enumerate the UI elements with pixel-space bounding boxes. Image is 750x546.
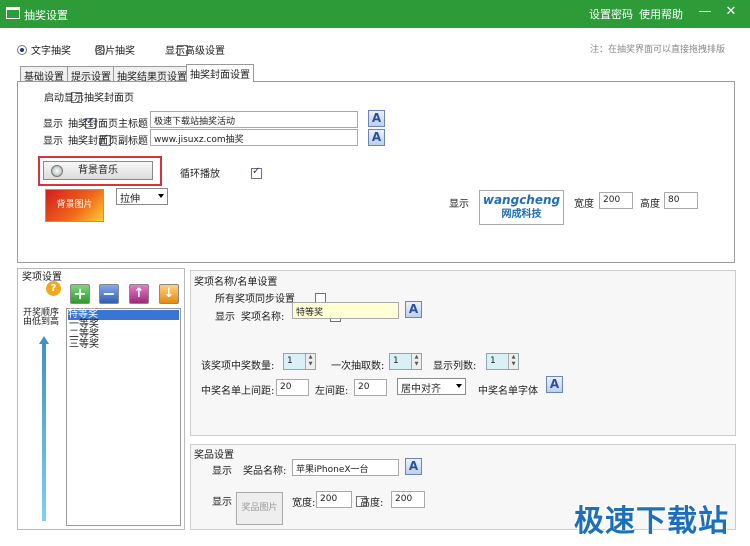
sub-title-input[interactable]: www.jisuxz.com抽奖 <box>150 129 358 146</box>
show-award-name-label: 显示 <box>212 466 232 477</box>
award-width-input[interactable]: 200 <box>316 491 352 508</box>
main-title-label: 抽奖封面页主标题 <box>68 119 148 130</box>
award-height-input[interactable]: 200 <box>391 491 425 508</box>
prize-name-label: 奖项名称: <box>241 312 285 323</box>
chevron-down-icon <box>456 384 462 388</box>
draw-once-label: 一次抽取数: <box>331 361 385 372</box>
bg-image-thumbnail[interactable]: 背景图片 <box>45 189 104 222</box>
sub-title-label: 抽奖封面页副标题 <box>68 136 148 147</box>
app-icon <box>6 7 20 19</box>
window-title: 抽奖设置 <box>24 9 68 22</box>
show-main-title-label: 显示 <box>43 119 63 130</box>
spinner-arrows-icon[interactable]: ▲ ▼ <box>411 354 421 369</box>
drag-note: 注：在抽奖界面可以直接拖拽排版 <box>590 45 726 55</box>
logo-width-label: 宽度 <box>574 199 594 210</box>
main-title-input[interactable]: 极速下载站抽奖活动 <box>150 111 358 128</box>
help-icon[interactable]: ? <box>46 281 61 296</box>
move-down-button[interactable]: ↓ <box>159 284 179 304</box>
align-select[interactable]: 居中对齐 <box>397 378 466 395</box>
image-mode-label: 图片抽奖 <box>95 46 135 57</box>
close-button[interactable]: ✕ <box>720 2 742 22</box>
logo-text-top: wangcheng <box>482 193 561 207</box>
spinner-arrows-icon[interactable]: ▲ ▼ <box>305 354 315 369</box>
tab-basic[interactable]: 基础设置 <box>20 66 68 83</box>
draw-once-value: 1 <box>393 356 399 366</box>
title-bar: 抽奖设置 设置密码 使用帮助 — ✕ <box>0 0 750 28</box>
order-label-2: 由低到高 <box>23 317 60 327</box>
align-value: 居中对齐 <box>401 384 441 395</box>
top-margin-input[interactable]: 20 <box>276 379 309 396</box>
columns-spinner[interactable]: 1 ▲ ▼ <box>486 353 519 370</box>
loop-label: 循环播放 <box>180 169 220 180</box>
sync-label: 所有奖项同步设置 <box>215 294 295 305</box>
sub-title-font-button[interactable]: A <box>368 129 385 146</box>
logo-width-input[interactable]: 200 <box>599 192 633 209</box>
award-name-label: 奖品名称: <box>243 466 287 477</box>
award-width-label: 宽度: <box>292 498 316 509</box>
add-prize-button[interactable]: + <box>70 284 90 304</box>
chevron-down-icon <box>158 194 164 198</box>
left-margin-label: 左间距: <box>315 386 349 397</box>
order-arrow-shaft <box>42 343 46 521</box>
advanced-label: 显示高级设置 <box>165 46 225 57</box>
tab-prompt[interactable]: 提示设置 <box>67 66 115 83</box>
site-watermark: 极速下载站 <box>574 504 729 539</box>
text-mode-label: 文字抽奖 <box>31 46 71 57</box>
show-award-image-label: 显示 <box>212 497 232 508</box>
enable-cover-label: 启动显示抽奖封面页 <box>44 93 134 104</box>
columns-value: 1 <box>490 356 496 366</box>
tab-cover[interactable]: 抽奖封面设置 <box>186 64 254 82</box>
show-sub-title-label: 显示 <box>43 136 63 147</box>
top-margin-label: 中奖名单上间距: <box>201 386 275 397</box>
show-logo-label: 显示 <box>449 199 469 210</box>
company-logo[interactable]: wangcheng 网成科技 <box>479 190 564 225</box>
logo-height-input[interactable]: 80 <box>664 192 698 209</box>
help-link[interactable]: 使用帮助 <box>639 6 683 22</box>
music-disc-icon <box>51 165 63 177</box>
left-margin-input[interactable]: 20 <box>354 379 387 396</box>
prize-list[interactable]: 特等奖 一等奖 二等奖 三等奖 <box>66 308 181 526</box>
logo-height-label: 高度 <box>640 199 660 210</box>
minimize-button[interactable]: — <box>694 2 716 22</box>
set-password-link[interactable]: 设置密码 <box>589 6 633 22</box>
move-up-button[interactable]: ↑ <box>129 284 149 304</box>
winners-label: 该奖项中奖数量: <box>201 361 275 372</box>
prize-name-font-button[interactable]: A <box>405 301 422 318</box>
winners-value: 1 <box>287 356 293 366</box>
list-font-label: 中奖名单字体 <box>478 386 538 397</box>
logo-text-bottom: 网成科技 <box>501 209 542 220</box>
bg-music-button[interactable]: 背景音乐 <box>43 161 153 180</box>
name-list-title: 奖项名称/名单设置 <box>194 277 278 288</box>
award-name-input[interactable]: 苹果iPhoneX一台 <box>292 459 399 476</box>
loop-checkbox[interactable] <box>251 166 262 179</box>
spinner-arrows-icon[interactable]: ▲ ▼ <box>508 354 518 369</box>
main-title-font-button[interactable]: A <box>368 110 385 127</box>
list-item[interactable]: 三等奖 <box>69 340 99 350</box>
bg-music-label: 背景音乐 <box>78 165 118 176</box>
award-name-font-button[interactable]: A <box>405 458 422 475</box>
show-prize-name-label: 显示 <box>215 312 235 323</box>
stretch-select[interactable]: 拉伸 <box>116 188 168 205</box>
stretch-value: 拉伸 <box>120 194 140 205</box>
award-title: 奖品设置 <box>194 450 234 461</box>
draw-once-spinner[interactable]: 1 ▲ ▼ <box>389 353 422 370</box>
list-font-button[interactable]: A <box>546 376 563 393</box>
tab-result-page[interactable]: 抽奖结果页设置 <box>113 66 191 83</box>
winners-spinner[interactable]: 1 ▲ ▼ <box>283 353 316 370</box>
text-mode-radio[interactable] <box>17 45 27 55</box>
award-height-label: 高度: <box>360 498 384 509</box>
columns-label: 显示列数: <box>433 361 477 372</box>
award-image-placeholder[interactable]: 奖品图片 <box>236 492 283 525</box>
remove-prize-button[interactable]: − <box>99 284 119 304</box>
prize-name-input[interactable]: 特等奖 <box>292 302 399 319</box>
